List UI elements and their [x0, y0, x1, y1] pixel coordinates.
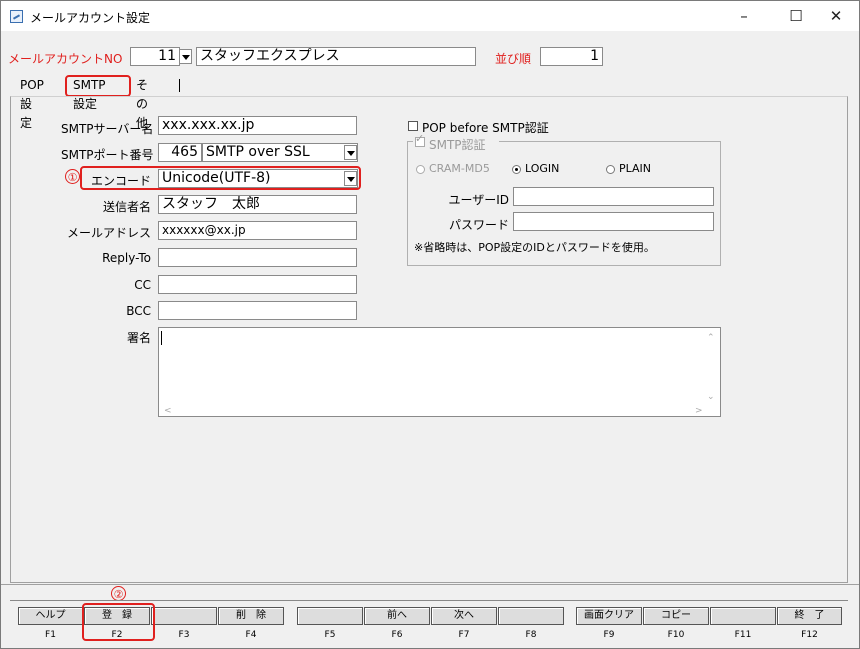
cram-label: CRAM-MD5 — [429, 162, 490, 175]
f3-key-label: F3 — [178, 630, 190, 640]
auth-note: ※省略時は、POP設定のIDとパスワードを使用。 — [414, 241, 655, 254]
tab-pop[interactable]: POP設定 — [20, 76, 44, 130]
scroll-down-icon[interactable]: ⌄ — [707, 392, 715, 402]
f7-key-label: F7 — [458, 630, 470, 640]
login-label: LOGIN — [525, 162, 560, 175]
f1-help-button[interactable]: ヘルプ — [18, 607, 83, 625]
f4-key-label: F4 — [245, 630, 257, 640]
login-radio[interactable] — [512, 165, 521, 174]
f8-key-label: F8 — [525, 630, 537, 640]
userid-label: ユーザーID — [448, 193, 509, 207]
f6-prev-button[interactable]: 前へ — [364, 607, 430, 625]
signature-label: 署名 — [126, 331, 151, 345]
port-mode-dropdown-icon[interactable] — [344, 145, 357, 160]
f4-delete-button[interactable]: 削 除 — [218, 607, 284, 625]
f5-key-label: F5 — [324, 630, 336, 640]
userid-field[interactable] — [513, 187, 714, 206]
password-field[interactable] — [513, 212, 714, 231]
smtp-auth-label: SMTP認証 — [429, 138, 486, 152]
scroll-right-icon[interactable]: > — [695, 406, 703, 416]
text-caret — [161, 331, 162, 345]
f11-key-label: F11 — [734, 630, 752, 640]
title-bar: メールアカウント設定 – ☐ ✕ — [1, 1, 859, 31]
password-label: パスワード — [448, 218, 509, 232]
bcc-field[interactable] — [158, 301, 357, 320]
plain-label: PLAIN — [619, 162, 652, 175]
account-no-label: メールアカウントNO — [8, 52, 123, 66]
close-button[interactable]: ✕ — [813, 1, 859, 31]
account-no-select[interactable]: 11 — [130, 47, 180, 66]
bcc-label: BCC — [126, 304, 151, 318]
scroll-left-icon[interactable]: < — [164, 406, 172, 416]
tab-divider — [179, 79, 180, 92]
pop-before-label: POP before SMTP認証 — [422, 121, 549, 135]
f10-copy-button[interactable]: コピー — [643, 607, 709, 625]
mail-label: メールアドレス — [66, 226, 151, 240]
account-name-field[interactable]: スタッフエクスプレス — [196, 47, 476, 66]
f3-button[interactable] — [151, 607, 217, 625]
highlight-smtp-tab — [65, 75, 131, 97]
minimize-button[interactable]: – — [721, 1, 767, 31]
replyto-field[interactable] — [158, 248, 357, 267]
account-no-dropdown-icon[interactable] — [179, 49, 192, 64]
f5-button[interactable] — [297, 607, 363, 625]
annotation-2: ② — [111, 586, 126, 601]
port-mode-select[interactable]: SMTP over SSL — [202, 143, 358, 162]
sender-field[interactable]: スタッフ 太郎 — [158, 195, 357, 214]
f9-clear-button[interactable]: 画面クリア — [576, 607, 642, 625]
f12-exit-button[interactable]: 終 了 — [777, 607, 842, 625]
cc-field[interactable] — [158, 275, 357, 294]
order-label: 並び順 — [495, 52, 532, 66]
replyto-label: Reply-To — [102, 251, 151, 265]
app-icon — [10, 10, 23, 23]
server-field[interactable]: xxx.xxx.xx.jp — [158, 116, 357, 135]
cc-label: CC — [134, 278, 151, 292]
pop-before-checkbox[interactable] — [408, 121, 418, 131]
check-mark-icon: ✓ — [415, 132, 425, 145]
tab-other[interactable]: その他 — [136, 76, 148, 130]
port-label: SMTPポート番号 — [61, 148, 154, 162]
f11-button[interactable] — [710, 607, 776, 625]
f8-button[interactable] — [498, 607, 564, 625]
order-field[interactable]: 1 — [540, 47, 603, 66]
cram-radio[interactable] — [416, 165, 425, 174]
highlight-register — [82, 603, 155, 641]
plain-radio[interactable] — [606, 165, 615, 174]
signature-textarea[interactable]: ⌃ ⌄ < > — [158, 327, 721, 417]
f9-key-label: F9 — [603, 630, 615, 640]
highlight-encode — [80, 166, 361, 190]
f1-key-label: F1 — [45, 630, 56, 640]
panel-separator — [1, 584, 859, 585]
scroll-up-icon[interactable]: ⌃ — [707, 333, 715, 343]
f6-key-label: F6 — [391, 630, 403, 640]
server-label: SMTPサーバー名 — [61, 122, 154, 136]
f10-key-label: F10 — [667, 630, 685, 640]
window-title: メールアカウント設定 — [30, 11, 151, 25]
sender-label: 送信者名 — [102, 200, 151, 214]
mail-field[interactable]: xxxxxx@xx.jp — [158, 221, 357, 240]
main-window: メールアカウント設定 – ☐ ✕ メールアカウントNO 11 スタッフエクスプレ… — [0, 0, 860, 649]
port-field[interactable]: 465 — [158, 143, 202, 162]
f12-key-label: F12 — [801, 630, 818, 640]
f7-next-button[interactable]: 次へ — [431, 607, 497, 625]
